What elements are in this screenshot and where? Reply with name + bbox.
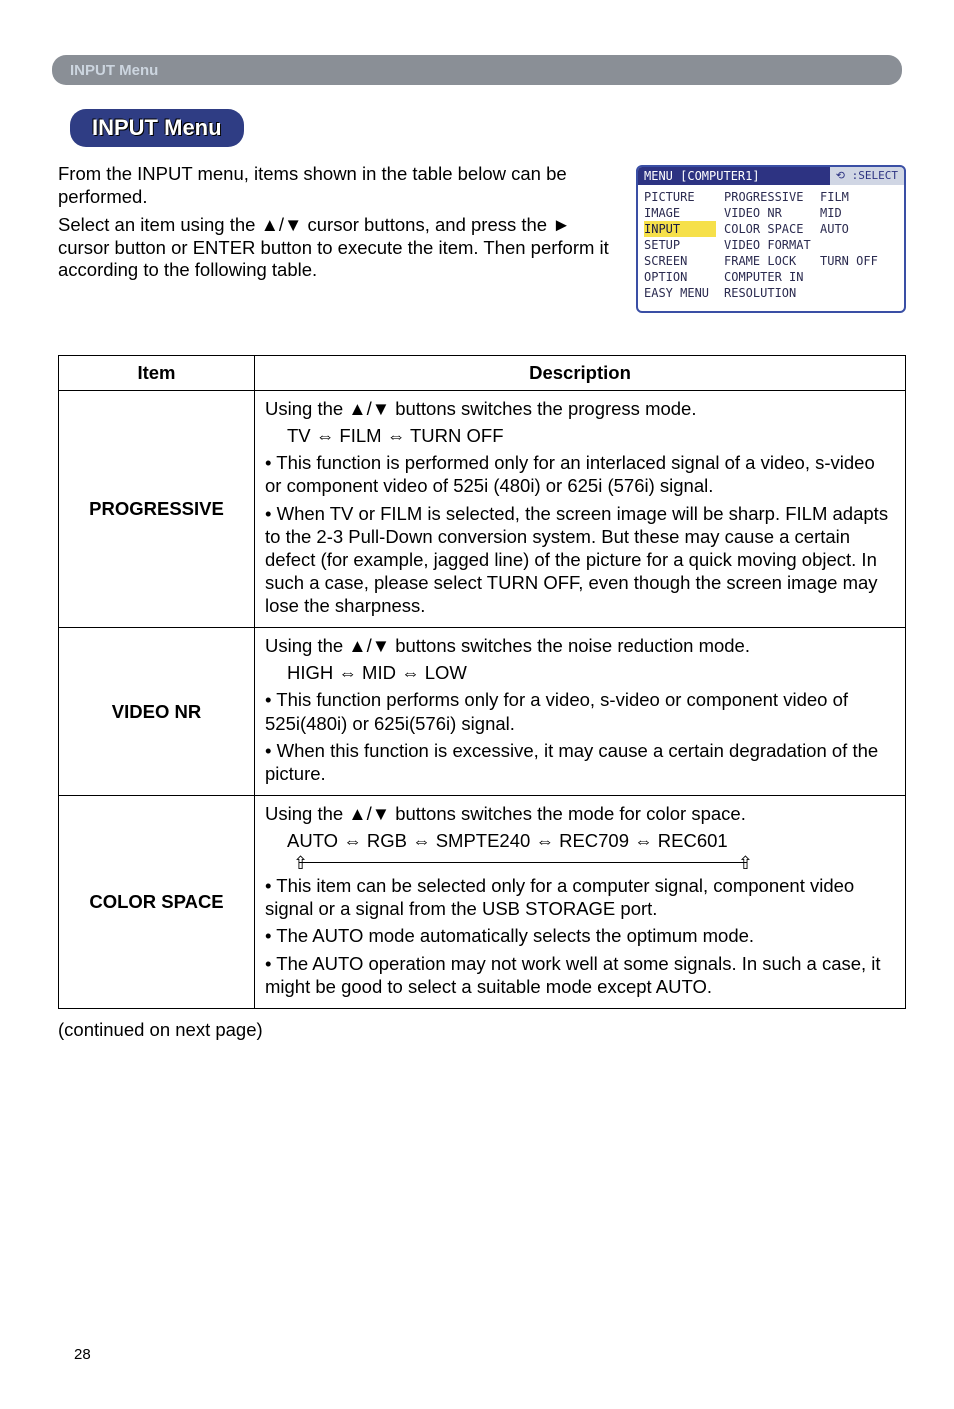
- intro-text-block: From the INPUT menu, items shown in the …: [58, 163, 636, 288]
- osd-row-resolution: RESOLUTION: [724, 285, 898, 301]
- intro-paragraph-2: Select an item using the ▲/▼ cursor butt…: [58, 214, 622, 282]
- desc-options: HIGH ⇔ MID ⇔ LOW: [265, 661, 895, 684]
- page-title-pill: INPUT Menu: [70, 109, 244, 147]
- table-row: PROGRESSIVE Using the ▲/▼ buttons switch…: [59, 391, 906, 628]
- osd-item-image: IMAGE: [644, 205, 716, 221]
- desc-options: AUTO ⇔ RGB ⇔ SMPTE240 ⇔ REC709 ⇔ REC601: [265, 829, 895, 852]
- desc-color-space: Using the ▲/▼ buttons switches the mode …: [255, 795, 906, 1008]
- osd-item-option: OPTION: [644, 269, 716, 285]
- page-title: INPUT Menu: [92, 115, 222, 140]
- desc-line: • This item can be selected only for a c…: [265, 874, 895, 920]
- arrow-up-icon: ⇧: [293, 852, 308, 875]
- osd-item-picture: PICTURE: [644, 189, 716, 205]
- osd-header: MENU [COMPUTER1] ⟲ :SELECT: [638, 167, 904, 185]
- item-color-space: COLOR SPACE: [59, 795, 255, 1008]
- desc-line: • The AUTO operation may not work well a…: [265, 952, 895, 998]
- osd-row-computer-in: COMPUTER IN: [724, 269, 898, 285]
- desc-line: • This function performs only for a vide…: [265, 688, 895, 734]
- desc-line: • The AUTO mode automatically selects th…: [265, 924, 895, 947]
- osd-right-column: PROGRESSIVEFILM VIDEO NRMID COLOR SPACEA…: [724, 189, 898, 301]
- osd-row-color-space: COLOR SPACEAUTO: [724, 221, 898, 237]
- col-header-item: Item: [59, 356, 255, 391]
- table-row: COLOR SPACE Using the ▲/▼ buttons switch…: [59, 795, 906, 1008]
- osd-row-frame-lock: FRAME LOCKTURN OFF: [724, 253, 898, 269]
- desc-line: Using the ▲/▼ buttons switches the noise…: [265, 634, 895, 657]
- desc-progressive: Using the ▲/▼ buttons switches the progr…: [255, 391, 906, 628]
- desc-options: TV ⇔ FILM ⇔ TURN OFF: [265, 424, 895, 447]
- desc-line: • When this function is excessive, it ma…: [265, 739, 895, 785]
- osd-left-column: PICTURE IMAGE INPUT SETUP SCREEN OPTION …: [644, 189, 716, 301]
- item-progressive: PROGRESSIVE: [59, 391, 255, 628]
- desc-line: • This function is performed only for an…: [265, 451, 895, 497]
- section-header-label: INPUT Menu: [70, 62, 158, 79]
- osd-header-left: MENU [COMPUTER1]: [638, 167, 830, 185]
- item-video-nr: VIDEO NR: [59, 628, 255, 796]
- osd-item-setup: SETUP: [644, 237, 716, 253]
- osd-item-input: INPUT: [644, 221, 716, 237]
- arrow-up-icon: ⇧: [738, 852, 753, 875]
- desc-video-nr: Using the ▲/▼ buttons switches the noise…: [255, 628, 906, 796]
- osd-row-progressive: PROGRESSIVEFILM: [724, 189, 898, 205]
- osd-header-right: ⟲ :SELECT: [830, 167, 904, 185]
- intro-paragraph-1: From the INPUT menu, items shown in the …: [58, 163, 622, 208]
- osd-item-screen: SCREEN: [644, 253, 716, 269]
- osd-screenshot: MENU [COMPUTER1] ⟲ :SELECT PICTURE IMAGE…: [636, 165, 906, 313]
- table-row: VIDEO NR Using the ▲/▼ buttons switches …: [59, 628, 906, 796]
- desc-line: • When TV or FILM is selected, the scree…: [265, 502, 895, 618]
- page-number: 28: [74, 1346, 91, 1363]
- desc-line: Using the ▲/▼ buttons switches the mode …: [265, 802, 895, 825]
- osd-row-video-format: VIDEO FORMAT: [724, 237, 898, 253]
- section-header-bar: INPUT Menu: [52, 55, 902, 85]
- continued-note: (continued on next page): [58, 1019, 954, 1041]
- settings-table: Item Description PROGRESSIVE Using the ▲…: [58, 355, 906, 1009]
- desc-line: Using the ▲/▼ buttons switches the progr…: [265, 397, 895, 420]
- loop-arrow-icon: ⇧ ⇧: [287, 854, 895, 872]
- osd-item-easy-menu: EASY MENU: [644, 285, 716, 301]
- osd-row-video-nr: VIDEO NRMID: [724, 205, 898, 221]
- col-header-description: Description: [255, 356, 906, 391]
